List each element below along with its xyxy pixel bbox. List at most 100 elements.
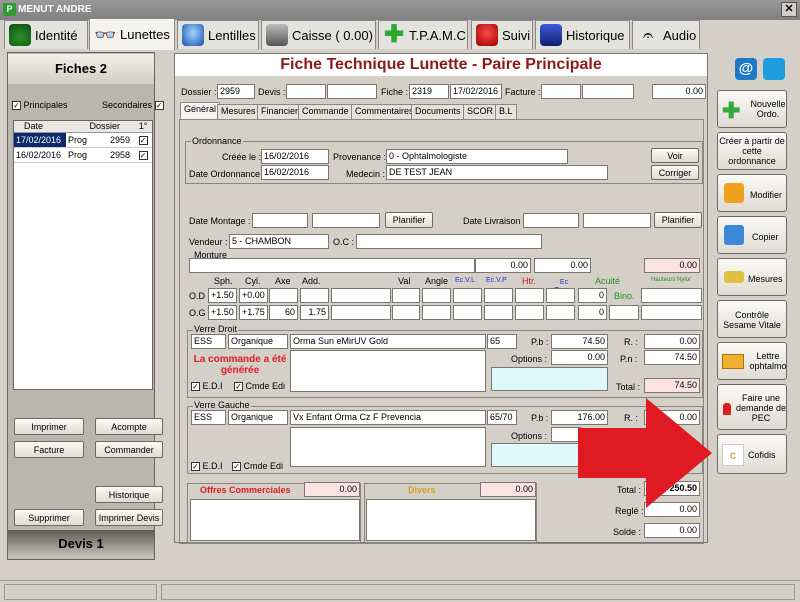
og-sph[interactable]: +1.50 [208, 305, 237, 320]
vg-name[interactable]: Vx Enfant Orma Cz F Prevencia [290, 410, 486, 425]
od-ectemp[interactable] [546, 288, 575, 303]
subtab-mesures[interactable]: Mesures [217, 104, 260, 119]
montage-time-field[interactable] [312, 213, 380, 228]
secondaires-checkbox[interactable]: Secondaires ✓ [102, 100, 164, 111]
vd-edi-checkbox[interactable]: ✓ E.D.I [191, 381, 223, 392]
demande-pec-button[interactable]: Faire une demande de PEC [717, 384, 787, 430]
provenance-field[interactable]: 0 - Ophtalmologiste [386, 149, 568, 164]
vg-brand[interactable]: ESS [191, 410, 226, 425]
od-hauteur[interactable] [641, 288, 702, 303]
row-checkbox[interactable]: ✓ [138, 136, 148, 146]
fiche-date-field[interactable]: 17/02/2016 [450, 84, 502, 99]
tab-audio[interactable]: 𝄐 Audio [632, 20, 700, 49]
dossier-field[interactable]: 2959 [217, 84, 255, 99]
vd-r[interactable]: 0.00 [644, 334, 700, 349]
email-icon[interactable]: @ [735, 58, 757, 80]
facture-total-field[interactable]: 0.00 [652, 84, 706, 99]
vd-total[interactable]: 74.50 [644, 378, 700, 393]
vd-brand[interactable]: ESS [191, 334, 226, 349]
close-button[interactable]: ✕ [781, 2, 797, 17]
table-row[interactable]: 16/02/2016 Prog 2958 ✓ [14, 148, 152, 163]
od-cyl[interactable]: +0.00 [239, 288, 268, 303]
fiche-field[interactable]: 2319 [409, 84, 449, 99]
table-row[interactable]: 17/02/2016 Prog 2959 ✓ [14, 133, 152, 148]
vg-options-detail[interactable] [491, 443, 586, 467]
modifier-button[interactable]: Modifier [717, 174, 787, 212]
monture-value-2[interactable]: 0.00 [534, 258, 591, 273]
vd-material[interactable]: Organique [228, 334, 288, 349]
medecin-field[interactable]: DE TEST JEAN [386, 165, 608, 180]
offres-detail[interactable] [190, 499, 360, 541]
planifier-livraison-button[interactable]: Planifier [654, 212, 702, 228]
vd-cmde-edi-checkbox[interactable]: ✓ Cmde Edi [234, 381, 285, 392]
devis-date-field[interactable] [327, 84, 377, 99]
supprimer-button[interactable]: Supprimer [14, 509, 84, 526]
od-prism[interactable] [331, 288, 391, 303]
og-axe[interactable]: 60 [269, 305, 298, 320]
od-htr[interactable] [515, 288, 544, 303]
subtab-documents[interactable]: Documents [411, 104, 465, 119]
og-htr[interactable] [515, 305, 544, 320]
corriger-button[interactable]: Corriger [651, 165, 699, 180]
vd-pb[interactable]: 74.50 [551, 334, 608, 349]
livraison-date-field[interactable] [523, 213, 579, 228]
od-axe[interactable] [269, 288, 298, 303]
subtab-financier[interactable]: Financier [257, 104, 303, 119]
og-ecvl[interactable] [453, 305, 482, 320]
vd-name[interactable]: Orma Sun eMirUV Gold [290, 334, 486, 349]
tab-identite[interactable]: Identité [4, 20, 88, 49]
acompte-button[interactable]: Acompte [95, 418, 163, 435]
voir-button[interactable]: Voir [651, 148, 699, 163]
subtab-general[interactable]: Général [180, 102, 221, 119]
livraison-time-field[interactable] [583, 213, 651, 228]
imprimer-devis-button[interactable]: Imprimer Devis [95, 509, 163, 526]
lettre-ophtalmo-button[interactable]: Lettre ophtalmo [717, 342, 787, 380]
vg-material[interactable]: Organique [228, 410, 288, 425]
subtab-bl[interactable]: B.L [495, 104, 517, 119]
og-cyl[interactable]: +1.75 [239, 305, 268, 320]
vd-options-detail[interactable] [491, 367, 608, 391]
od-ecvl[interactable] [453, 288, 482, 303]
og-hauteur[interactable] [641, 305, 702, 320]
od-angle[interactable] [422, 288, 451, 303]
date-ordo-field[interactable]: 16/02/2016 [261, 165, 329, 180]
facture-field[interactable] [541, 84, 581, 99]
od-val[interactable] [392, 288, 420, 303]
og-ectemp[interactable] [546, 305, 575, 320]
od-ecvp[interactable] [484, 288, 513, 303]
creee-field[interactable]: 16/02/2016 [261, 149, 329, 164]
tab-suivi[interactable]: Suivi [471, 20, 533, 49]
vg-options[interactable] [551, 427, 581, 442]
sms-icon[interactable] [763, 58, 785, 80]
planifier-montage-button[interactable]: Planifier [385, 212, 433, 228]
vg-cmde-edi-checkbox[interactable]: ✓ Cmde Edi [232, 461, 283, 472]
nouvelle-ordo-button[interactable]: ✚ Nouvelle Ordo. [717, 90, 787, 128]
vendeur-field[interactable]: 5 - CHAMBON [229, 234, 329, 249]
og-val[interactable] [392, 305, 420, 320]
og-add[interactable]: 1.75 [300, 305, 329, 320]
solde-field[interactable]: 0.00 [644, 523, 700, 538]
creer-depuis-ordo-button[interactable]: Créer à partir de cette ordonnance [717, 132, 787, 170]
oc-field[interactable] [356, 234, 542, 249]
facture-date-field[interactable] [582, 84, 634, 99]
facture-button[interactable]: Facture [14, 441, 84, 458]
sesame-vitale-button[interactable]: Contrôle Sesame Vitale [717, 300, 787, 338]
og-prism[interactable] [331, 305, 391, 320]
tab-lunettes[interactable]: 👓 Lunettes [89, 18, 175, 50]
mesures-button[interactable]: Mesures [717, 258, 787, 296]
od-sph[interactable]: +1.50 [208, 288, 237, 303]
og-acuite[interactable]: 0 [578, 305, 607, 320]
og-bino[interactable] [609, 305, 639, 320]
subtab-scor[interactable]: SCOR [463, 104, 498, 119]
row-checkbox[interactable]: ✓ [138, 151, 148, 161]
divers-field[interactable]: 0.00 [480, 482, 536, 497]
montage-date-field[interactable] [252, 213, 308, 228]
og-ecvp[interactable] [484, 305, 513, 320]
tab-historique[interactable]: Historique [535, 20, 630, 49]
tab-lentilles[interactable]: Lentilles [177, 20, 259, 49]
vd-comment[interactable] [290, 350, 486, 392]
vg-edi-checkbox[interactable]: ✓ E.D.I [191, 461, 223, 472]
divers-detail[interactable] [366, 499, 536, 541]
vg-comment[interactable] [290, 427, 486, 467]
principales-checkbox[interactable]: ✓ Principales [12, 100, 68, 111]
